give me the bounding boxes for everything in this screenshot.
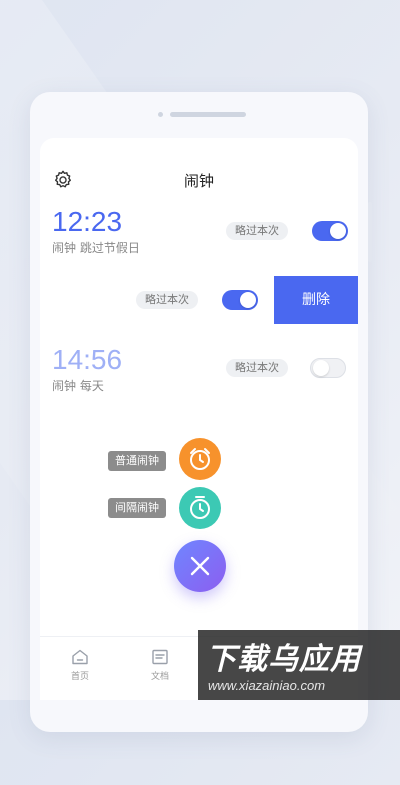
regular-alarm-label[interactable]: 普通闹钟 bbox=[108, 451, 166, 471]
app-screen: 闹钟 12:23 闹钟 跳过节假日 略过本次 略过本次 删除 14:56 闹钟 … bbox=[40, 138, 358, 700]
alarm-description: 闹钟 跳过节假日 bbox=[52, 241, 140, 255]
close-icon bbox=[190, 556, 210, 576]
interval-alarm-button[interactable] bbox=[179, 487, 221, 529]
toggle-knob bbox=[330, 223, 346, 239]
tab-document-label[interactable]: 文档 bbox=[151, 669, 169, 682]
alarm-description: 闹钟 每天 bbox=[52, 379, 104, 393]
alarm-toggle[interactable] bbox=[222, 290, 258, 310]
alarm-time[interactable]: 14:56 bbox=[52, 344, 122, 376]
side-button bbox=[368, 202, 372, 262]
document-icon[interactable] bbox=[151, 649, 169, 665]
regular-alarm-button[interactable] bbox=[179, 438, 221, 480]
watermark-url: www.xiazainiao.com bbox=[208, 678, 326, 693]
tab-home-label[interactable]: 首页 bbox=[71, 669, 89, 682]
delete-button[interactable]: 删除 bbox=[274, 276, 358, 324]
clock-icon bbox=[190, 496, 210, 519]
alarm-time[interactable]: 12:23 bbox=[52, 206, 122, 238]
toggle-knob bbox=[240, 292, 256, 308]
skip-once-button[interactable]: 略过本次 bbox=[226, 222, 288, 240]
camera-dot bbox=[158, 112, 163, 117]
page-title: 闹钟 bbox=[183, 172, 214, 190]
alarm-clock-icon bbox=[190, 448, 210, 470]
watermark: 下载乌应用 www.xiazainiao.com bbox=[198, 630, 400, 700]
skip-once-button[interactable]: 略过本次 bbox=[136, 291, 198, 309]
alarm-toggle[interactable] bbox=[312, 221, 348, 241]
close-menu-button[interactable] bbox=[174, 540, 226, 592]
watermark-text: 下载乌应用 bbox=[206, 642, 361, 677]
side-button bbox=[368, 312, 372, 352]
interval-alarm-label[interactable]: 间隔闹钟 bbox=[108, 498, 166, 518]
toggle-knob bbox=[313, 360, 329, 376]
alarm-toggle[interactable] bbox=[310, 358, 346, 378]
skip-once-button[interactable]: 略过本次 bbox=[226, 359, 288, 377]
speaker-grille bbox=[170, 112, 246, 117]
home-icon[interactable] bbox=[71, 649, 89, 665]
